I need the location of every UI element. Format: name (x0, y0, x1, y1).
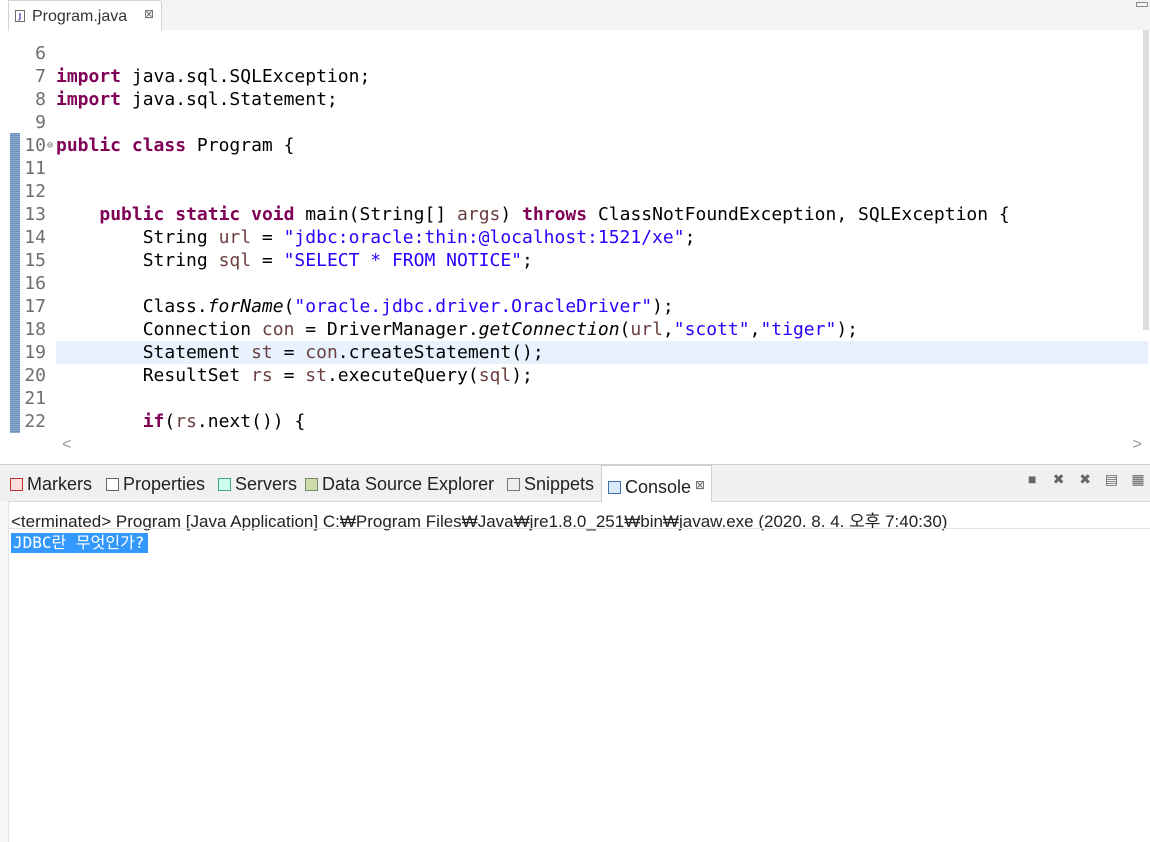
tab-label: Properties (123, 474, 206, 494)
code-area[interactable]: 6 import java.sql.SQLException; 7 import… (8, 30, 1150, 434)
vertical-scrollbar[interactable] (1143, 30, 1149, 330)
tab-label: Data Source Explorer (322, 474, 495, 494)
tab-console[interactable]: Console ⊠ (601, 465, 713, 502)
scroll-right-icon[interactable]: > (1133, 436, 1142, 454)
code-line: 12 (8, 157, 73, 202)
tab-properties[interactable]: Properties (106, 465, 205, 501)
fold-collapse-icon[interactable]: ⊖ (47, 134, 53, 157)
code-line: 15 (8, 226, 73, 271)
code-line: 22 String title = rs.getString("TITLE"); (8, 387, 73, 432)
markers-icon (10, 478, 23, 491)
code-line: 8 (8, 65, 73, 110)
tab-data-source-explorer[interactable]: Data Source Explorer (305, 465, 494, 501)
editor-tab-program-java[interactable]: J Program.java ⊠ (8, 0, 162, 31)
servers-icon (218, 478, 231, 491)
code-editor[interactable]: J Program.java ⊠ 6 import java.sql.SQLEx… (8, 0, 1150, 460)
console-icon (608, 481, 621, 494)
close-icon[interactable]: ⊠ (144, 7, 154, 21)
tab-label: Markers (27, 474, 93, 494)
clear-console-icon[interactable]: ▤ (1104, 471, 1120, 487)
data-source-explorer-icon (305, 478, 318, 491)
properties-icon (106, 478, 119, 491)
code-line: 17 Connection con = DriverManager.getCon… (8, 272, 858, 340)
console-toolbar: ■ ✖ ✖ ▤ ▦ (1018, 471, 1146, 489)
tab-snippets[interactable]: Snippets (507, 465, 594, 501)
tab-label: Console (625, 477, 692, 497)
code-line: 14 String sql = "SELECT * FROM NOTICE"; (8, 203, 533, 271)
editor-tab-bar: J Program.java ⊠ (8, 0, 1150, 31)
code-line: 19 ResultSet rs = st.executeQuery(sql); (8, 318, 533, 386)
code-line: 23 System.out.println(title); (8, 410, 73, 433)
code-line: 7 import java.sql.Statement; (8, 42, 338, 110)
stop-icon[interactable]: ■ (1024, 471, 1040, 487)
code-line-current: 20 (8, 341, 73, 386)
divider (8, 528, 1150, 529)
java-file-icon: J (15, 10, 25, 22)
minimize-icon[interactable] (1136, 2, 1148, 7)
remove-launch-icon[interactable]: ✖ (1051, 471, 1067, 487)
tab-label: Snippets (524, 474, 595, 494)
code-line: 6 import java.sql.SQLException; (8, 30, 370, 87)
code-line: 21 if(rs.next()) { (8, 364, 305, 432)
panel-left-edge (0, 501, 9, 842)
code-line: 10 (8, 111, 73, 156)
remove-all-icon[interactable]: ✖ (1077, 471, 1093, 487)
console-panel: Markers Properties Servers Data Source E… (0, 464, 1150, 842)
code-line: 9 public class Program { (8, 88, 294, 156)
code-line: 18 Statement st = con.createStatement(); (8, 295, 543, 363)
code-line: 16 Class.forName("oracle.jdbc.driver.Ora… (8, 249, 673, 317)
line-number: 23 (8, 433, 46, 434)
code-line: 11 ⊖ public static void main(String[] ar… (8, 134, 1009, 225)
code-line: 13 String url = "jdbc:oracle:thin:@local… (8, 180, 695, 248)
snippets-icon (507, 478, 520, 491)
tab-servers[interactable]: Servers (218, 465, 297, 501)
horizontal-scrollbar[interactable]: < > (56, 436, 1146, 456)
tab-markers[interactable]: Markers (10, 465, 92, 501)
editor-tab-label: Program.java (32, 8, 128, 25)
scroll-lock-icon[interactable]: ▦ (1130, 471, 1146, 487)
close-icon[interactable]: ⊠ (695, 478, 705, 492)
panel-tab-bar: Markers Properties Servers Data Source E… (0, 465, 1150, 502)
console-output-selected[interactable]: JDBC란 무엇인가? (11, 533, 149, 553)
scroll-left-icon[interactable]: < (62, 436, 71, 454)
tab-label: Servers (235, 474, 298, 494)
